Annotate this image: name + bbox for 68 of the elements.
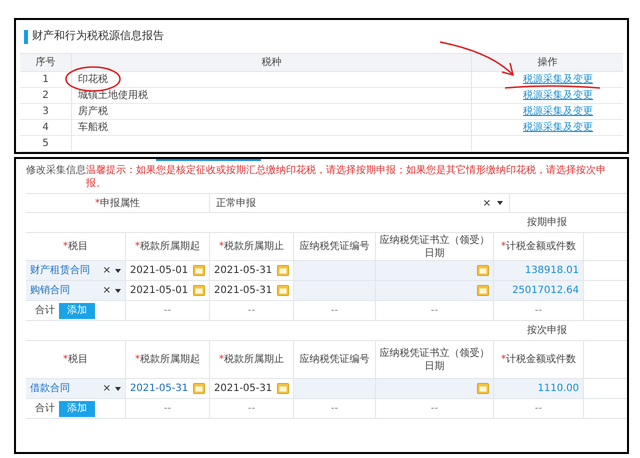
- total-value: --: [534, 304, 542, 318]
- row-number: 4: [42, 121, 49, 135]
- column-header: 应纳税凭证书立（领受）日期: [379, 346, 490, 372]
- total-value: --: [330, 402, 338, 416]
- total-value: --: [164, 402, 172, 416]
- column-header: 税种: [262, 56, 282, 70]
- clear-icon[interactable]: ×: [102, 283, 111, 298]
- tax-name: 房产税: [78, 104, 108, 119]
- clear-icon[interactable]: ×: [102, 381, 111, 396]
- tax-item-value: 借款合同: [30, 382, 71, 396]
- field-label: 申报属性: [100, 196, 140, 210]
- date-field[interactable]: 2021-05-01: [126, 281, 210, 300]
- tax-name: 印花税: [78, 72, 108, 87]
- total-value: --: [330, 304, 338, 318]
- total-value: --: [430, 304, 438, 318]
- row-number: 1: [42, 73, 49, 87]
- clear-icon[interactable]: ×: [102, 263, 111, 278]
- column-header: 操作: [538, 56, 558, 70]
- required-mark: *: [63, 353, 68, 366]
- amount-value: 25017012.64: [512, 284, 579, 298]
- date-field[interactable]: 2021-05-01: [126, 261, 210, 280]
- date-field[interactable]: 2021-05-31: [126, 379, 210, 398]
- column-header: 税款所属期起: [140, 353, 200, 366]
- report-title: 财产和行为税税源信息报告: [32, 28, 164, 44]
- section-title: 按期申报: [527, 216, 567, 230]
- column-header: 应纳税凭证编号: [300, 353, 370, 366]
- collect-change-link[interactable]: 税源采集及变更: [523, 104, 593, 119]
- column-header: 税款所属期止: [224, 353, 284, 366]
- clear-icon[interactable]: ×: [482, 196, 491, 210]
- required-mark: *: [63, 240, 68, 253]
- required-mark: *: [135, 353, 140, 366]
- row-number: 5: [42, 137, 49, 151]
- amount-value: 138918.01: [524, 264, 579, 278]
- attribute-select[interactable]: 正常申报 ×: [210, 194, 510, 212]
- required-mark: *: [219, 240, 224, 253]
- notice-text: 温馨提示：如果您是核定征收或按期汇总缴纳印花税，请选择按期申报；如果您是其它情形缴纳印花税，请选择按次申报。: [86, 164, 607, 190]
- collect-change-link[interactable]: 税源采集及变更: [523, 120, 593, 135]
- total-value: --: [248, 402, 256, 416]
- tax-item-value: 购销合同: [30, 284, 71, 298]
- column-header: 计税金额或件数: [506, 353, 576, 366]
- tax-name: 车船税: [78, 120, 108, 135]
- total-label: 合计: [35, 304, 55, 318]
- amount-value: 1110.00: [538, 382, 579, 396]
- row-number: 3: [42, 105, 49, 119]
- column-header: 税款所属期起: [140, 240, 200, 253]
- required-mark: *: [95, 196, 100, 210]
- column-header: 序号: [36, 56, 56, 70]
- total-value: --: [534, 402, 542, 416]
- tax-item-value: 财产租赁合同: [30, 264, 91, 278]
- total-value: --: [430, 402, 438, 416]
- column-header: 应纳税凭证编号: [300, 240, 370, 253]
- column-header: 应纳税凭证书立（领受）日期: [379, 234, 490, 260]
- row-number: 2: [42, 89, 49, 103]
- collect-change-link[interactable]: 税源采集及变更: [523, 88, 593, 103]
- required-mark: *: [135, 240, 140, 253]
- collect-change-link[interactable]: 税源采集及变更: [523, 72, 593, 87]
- required-mark: *: [219, 353, 224, 366]
- total-label: 合计: [35, 402, 55, 416]
- total-value: --: [164, 304, 172, 318]
- column-header: 税目: [68, 353, 88, 366]
- required-mark: *: [501, 353, 506, 366]
- required-mark: *: [501, 240, 506, 253]
- column-header: 计税金额或件数: [506, 240, 576, 253]
- form-heading: 修改采集信息: [26, 164, 86, 177]
- section-title: 按次申报: [527, 324, 567, 338]
- column-header: 税目: [68, 240, 88, 253]
- column-header: 税款所属期止: [224, 240, 284, 253]
- total-value: --: [248, 304, 256, 318]
